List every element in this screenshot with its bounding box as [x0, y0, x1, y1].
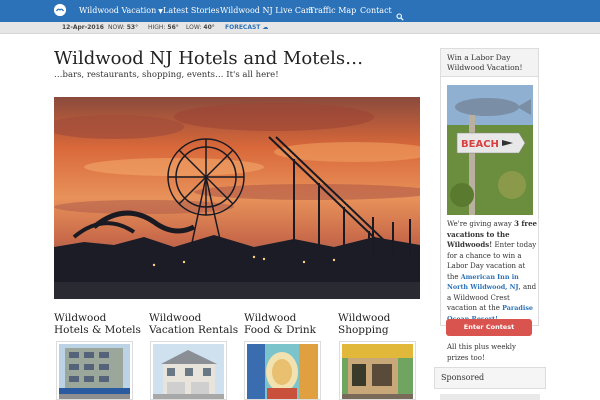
category-rentals-link[interactable]: Wildwood Vacation Rentals: [149, 312, 238, 336]
top-navbar: Wildwood Vacation ▼ Latest Stories Wildwo…: [0, 0, 600, 22]
wind-icon: ☁: [262, 24, 269, 31]
category-food-link[interactable]: Wildwood Food & Drink: [244, 312, 316, 336]
nav-item-label: Wildwood Vacation: [79, 6, 157, 15]
weather-now: NOW: 53°: [108, 24, 139, 31]
search-icon[interactable]: [396, 6, 404, 21]
nav-item-latest-stories[interactable]: Latest Stories: [163, 0, 220, 22]
weather-bar: 12-Apr-2016 NOW: 53° HIGH: 56° LOW: 40° …: [0, 22, 600, 34]
hero-boardwalk-image: [54, 97, 420, 299]
page-title: Wildwood NJ Hotels and Motels…: [54, 48, 364, 69]
enter-contest-button[interactable]: Enter Contest: [446, 319, 532, 336]
category-shopping-link[interactable]: Wildwood Shopping: [338, 312, 390, 336]
category-title-line: Wildwood: [149, 312, 202, 324]
promo-weekly-text: All this plus weekly prizes too!: [447, 343, 516, 362]
category-title-line: Shopping: [338, 324, 389, 336]
sponsored-heading: Sponsored: [434, 367, 546, 389]
shopping-thumbnail[interactable]: [339, 341, 416, 400]
rentals-thumbnail[interactable]: [150, 341, 227, 400]
category-title-line: Wildwood: [244, 312, 297, 324]
category-title-line: Wildwood: [338, 312, 391, 324]
category-title-line: Food & Drink: [244, 324, 317, 336]
page-subtitle: …bars, restaurants, shopping, events… It…: [54, 70, 279, 80]
promo-description: We're giving away 3 free vacations to th…: [447, 219, 537, 324]
forecast-link[interactable]: FORECAST ☁: [225, 22, 268, 34]
american-inn-link[interactable]: American Inn in North Wildwood, NJ: [447, 273, 519, 292]
weather-high: HIGH: 56°: [148, 24, 179, 31]
category-title-line: Vacation Rentals: [149, 324, 239, 336]
food-thumbnail[interactable]: [244, 341, 321, 400]
category-title-line: Hotels & Motels: [54, 324, 141, 336]
nav-item-live-cam[interactable]: Wildwood NJ Live Cam: [220, 0, 313, 22]
promo-title-line: Win a Labor Day: [447, 53, 511, 62]
hotels-thumbnail[interactable]: [56, 341, 133, 400]
promo-title-line: Wildwood Vacation!: [447, 63, 523, 72]
contest-promo-card: Win a Labor Day Wildwood Vacation! BEACH…: [440, 48, 539, 362]
weather-low: LOW: 40°: [186, 24, 215, 31]
promo-title: Win a Labor Day Wildwood Vacation!: [441, 49, 538, 77]
beach-sign-image: BEACH: [447, 85, 533, 215]
category-hotels-link[interactable]: Wildwood Hotels & Motels: [54, 312, 141, 336]
sign-text: BEACH: [461, 139, 499, 150]
nav-item-wildwood-vacation[interactable]: Wildwood Vacation ▼: [79, 0, 163, 22]
sponsored-content: [440, 394, 540, 400]
category-title-line: Wildwood: [54, 312, 107, 324]
nav-item-contact[interactable]: Contact: [360, 0, 392, 22]
weather-date: 12-Apr-2016: [62, 24, 104, 31]
nav-item-traffic-map[interactable]: Traffic Map: [309, 0, 356, 22]
seagull-logo-icon[interactable]: [54, 4, 66, 16]
